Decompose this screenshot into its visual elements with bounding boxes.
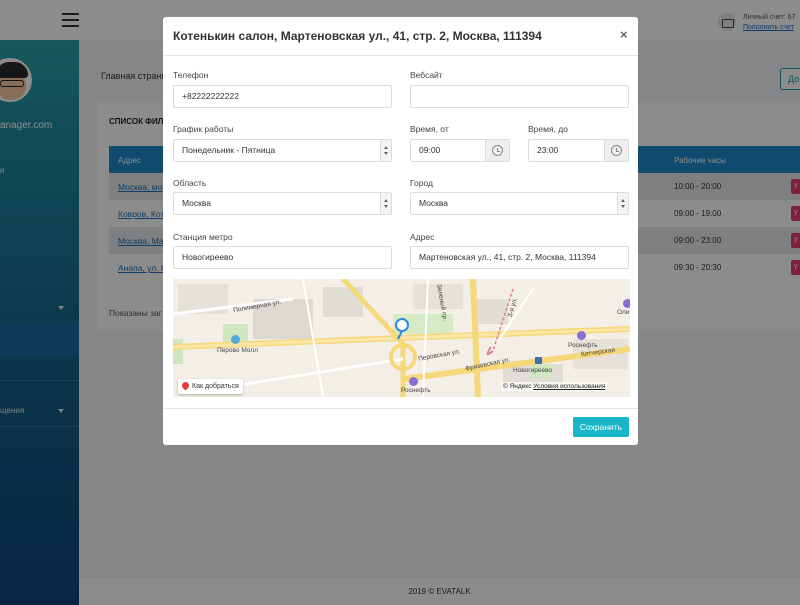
route-button[interactable]: Как добраться — [178, 379, 243, 394]
gas-station-icon — [623, 299, 630, 308]
gas-station-icon — [409, 377, 418, 386]
map-poi-label: Новогиреево — [513, 367, 553, 374]
gas-station-icon — [577, 331, 586, 340]
modal-title: Котенькин салон, Мартеновская ул., 41, с… — [173, 29, 542, 43]
phone-label: Телефон — [173, 70, 209, 80]
website-input[interactable] — [410, 85, 629, 108]
city-value: Москва — [419, 198, 449, 208]
time-to-value: 23:00 — [537, 145, 559, 155]
select-arrow-icon — [380, 193, 391, 214]
clock-icon — [611, 145, 622, 156]
schedule-label: График работы — [173, 124, 234, 134]
map-pin-icon — [180, 380, 191, 391]
select-arrow-icon — [617, 193, 628, 214]
map-copyright: © Яндекс Условия использования — [501, 382, 608, 391]
save-button[interactable]: Сохранить — [573, 417, 629, 437]
mall-icon — [231, 335, 240, 344]
map-terms-link[interactable]: Условия использования — [533, 383, 605, 390]
time-from-label: Время, от — [410, 124, 449, 134]
time-from-value: 09:00 — [419, 145, 441, 155]
select-arrow-icon — [380, 140, 391, 161]
modal-footer-divider — [163, 408, 638, 409]
schedule-select[interactable]: Понедельник - Пятница — [173, 139, 392, 162]
edit-branch-modal: Котенькин салон, Мартеновская ул., 41, с… — [163, 17, 638, 445]
modal-divider — [163, 55, 638, 56]
metro-label: Станция метро — [173, 232, 233, 242]
route-button-label: Как добраться — [192, 383, 239, 390]
map-poi-label: Оли — [617, 309, 630, 316]
yandex-map[interactable]: Полимерная ул. Перово Молл Перовская ул.… — [173, 279, 630, 397]
website-label: Вебсайт — [410, 70, 443, 80]
map-poi-label: Роснефть — [401, 387, 431, 394]
city-label: Город — [410, 178, 433, 188]
map-poi-label: Перово Молл — [217, 347, 258, 354]
map-copyright-text: © Яндекс — [503, 383, 532, 390]
metro-input[interactable]: Новогиреево — [173, 246, 392, 269]
time-to-label: Время, до — [528, 124, 568, 134]
phone-input[interactable]: +82222222222 — [173, 85, 392, 108]
time-to-addon[interactable] — [604, 140, 628, 161]
region-label: Область — [173, 178, 207, 188]
region-select[interactable]: Москва — [173, 192, 392, 215]
address-label: Адрес — [410, 232, 435, 242]
clock-icon — [492, 145, 503, 156]
close-icon[interactable]: × — [620, 27, 628, 42]
time-from-addon[interactable] — [485, 140, 509, 161]
schedule-value: Понедельник - Пятница — [182, 145, 276, 155]
time-from-input[interactable]: 09:00 — [410, 139, 510, 162]
metro-icon — [535, 357, 542, 364]
city-select[interactable]: Москва — [410, 192, 629, 215]
region-value: Москва — [182, 198, 212, 208]
address-input[interactable]: Мартеновская ул., 41, стр. 2, Москва, 11… — [410, 246, 629, 269]
map-poi-label: Роснефть — [568, 342, 598, 349]
time-to-input[interactable]: 23:00 — [528, 139, 629, 162]
